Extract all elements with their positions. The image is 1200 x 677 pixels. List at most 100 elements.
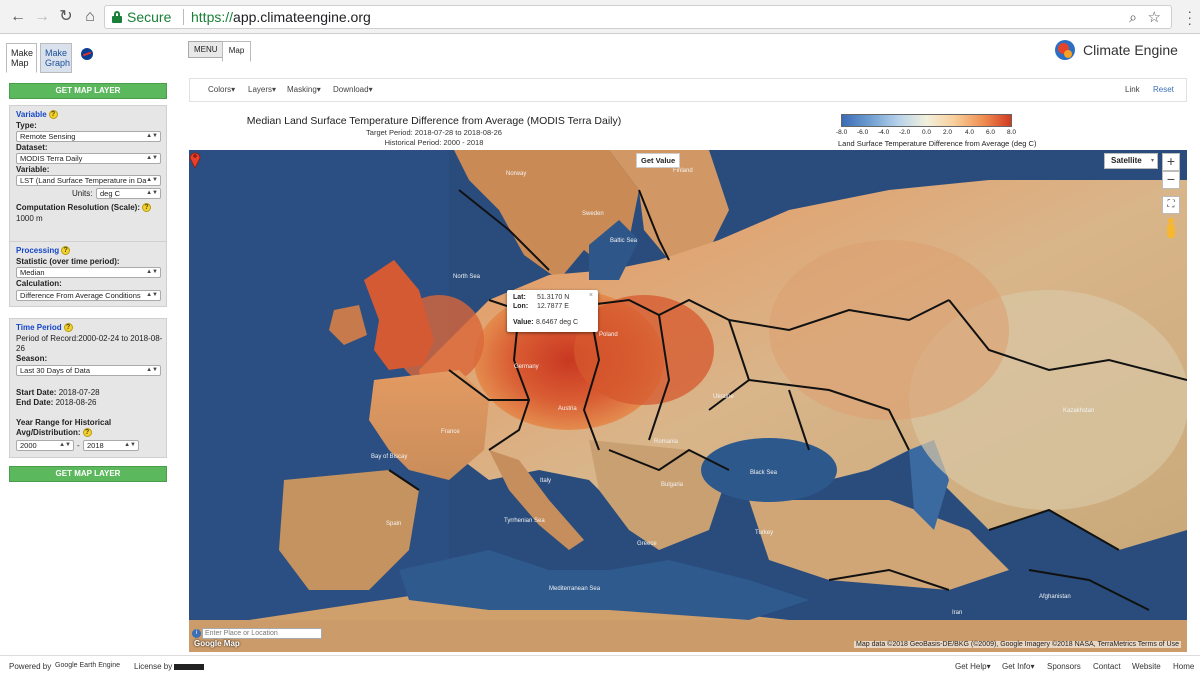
footer: Powered by Google Earth Engine License b… bbox=[0, 655, 1200, 677]
statistic-select[interactable]: Median ▲▼ bbox=[16, 267, 161, 278]
end-date-input[interactable]: 2018-08-26 bbox=[56, 398, 97, 407]
tab-map[interactable]: Map bbox=[222, 41, 251, 62]
units-select[interactable]: deg C ▲▼ bbox=[96, 188, 161, 199]
help-icon[interactable]: ? bbox=[142, 203, 151, 213]
download-dropdown[interactable]: Download▾ bbox=[333, 85, 373, 94]
menu-button[interactable]: MENU bbox=[188, 41, 224, 58]
map-label: Sweden bbox=[582, 211, 604, 217]
target-period: Target Period: 2018-07-28 to 2018-08-26 bbox=[366, 128, 502, 137]
map-label: Ukraine bbox=[713, 394, 734, 400]
reset-button[interactable]: Reset bbox=[1153, 85, 1174, 94]
map-attribution: Map data ©2018 GeoBasis-DE/BKG (©2009), … bbox=[854, 641, 1181, 648]
map-label: Spain bbox=[386, 521, 401, 527]
bookmark-star-icon[interactable]: ☆ bbox=[1148, 8, 1161, 26]
map-marker-icon[interactable] bbox=[189, 150, 201, 168]
reload-icon[interactable]: ↻ bbox=[56, 7, 76, 27]
processing-title: Processing bbox=[16, 246, 60, 255]
variable-title: Variable bbox=[16, 110, 47, 119]
map-label: Finland bbox=[673, 168, 693, 174]
legend-title: Land Surface Temperature Difference from… bbox=[838, 139, 1037, 148]
gee-label[interactable]: Google Earth Engine bbox=[55, 662, 120, 669]
back-arrow-icon[interactable]: ← bbox=[8, 7, 28, 27]
type-select[interactable]: Remote Sensing ▲▼ bbox=[16, 131, 161, 142]
footer-link-get-help[interactable]: Get Help▾ bbox=[955, 662, 991, 671]
colors-dropdown[interactable]: Colors▾ bbox=[208, 85, 235, 94]
help-icon[interactable]: ? bbox=[61, 246, 71, 256]
zoom-out-button[interactable]: − bbox=[1162, 171, 1180, 189]
year-range-dash: - bbox=[77, 441, 80, 450]
home-icon[interactable]: ⌂ bbox=[80, 7, 100, 27]
get-map-layer-button-bottom[interactable]: GET MAP LAYER bbox=[9, 466, 167, 482]
map-label: Baltic Sea bbox=[610, 238, 638, 244]
lat-value: 51.3170 N bbox=[537, 294, 570, 301]
map-type-dropdown[interactable]: Satellite ▾ bbox=[1104, 153, 1158, 169]
help-icon[interactable]: ? bbox=[63, 323, 73, 333]
link-button[interactable]: Link bbox=[1125, 85, 1140, 94]
help-icon[interactable]: ? bbox=[48, 110, 58, 120]
forward-arrow-icon[interactable]: → bbox=[32, 7, 52, 27]
address-bar[interactable]: Secure https://app.climateengine.org ⌕ ☆ bbox=[104, 5, 1172, 29]
period-of-record: Period of Record:2000-02-24 to 2018-08- bbox=[16, 334, 163, 343]
zoom-in-button[interactable]: + bbox=[1162, 153, 1180, 171]
masking-dropdown[interactable]: Masking▾ bbox=[287, 85, 321, 94]
period-of-record-cont: 26 bbox=[16, 344, 25, 353]
legend-tick: 2.0 bbox=[943, 129, 953, 136]
calculation-select[interactable]: Difference From Average Conditions ▲▼ bbox=[16, 290, 161, 301]
season-label: Season: bbox=[16, 354, 48, 363]
season-select[interactable]: Last 30 Days of Data ▲▼ bbox=[16, 365, 161, 376]
start-date-input[interactable]: 2018-07-28 bbox=[59, 388, 100, 397]
tab-make-map[interactable]: Make Map bbox=[6, 43, 37, 73]
zoom-icon[interactable]: ⌕ bbox=[1129, 9, 1137, 26]
variable-select[interactable]: LST (Land Surface Temperature in Da ▲▼ bbox=[16, 175, 161, 186]
year-range-label: Year Range for Historical bbox=[16, 418, 112, 427]
legend-tick: -2.0 bbox=[899, 129, 911, 136]
map-label: Tyrrhenian Sea bbox=[504, 518, 545, 524]
dataset-label: Dataset: bbox=[16, 143, 48, 152]
dataset-select[interactable]: MODIS Terra Daily ▲▼ bbox=[16, 153, 161, 164]
statistic-label: Statistic (over time period): bbox=[16, 257, 120, 266]
fullscreen-icon[interactable]: ⛶ bbox=[1162, 196, 1180, 214]
units-label: Units: bbox=[72, 189, 93, 198]
footer-link-website[interactable]: Website bbox=[1132, 662, 1161, 671]
nasa-logo-icon bbox=[81, 48, 93, 60]
powered-by-label: Powered by bbox=[9, 662, 52, 671]
lock-icon bbox=[112, 11, 122, 23]
map-label: Bay of Biscay bbox=[371, 454, 407, 460]
year-from-select[interactable]: 2000 ▲▼ bbox=[16, 440, 74, 451]
map-canvas[interactable]: Norway Finland Sweden North Sea Baltic S… bbox=[189, 150, 1187, 652]
help-icon[interactable]: ? bbox=[82, 428, 92, 438]
map-label: Bulgaria bbox=[661, 482, 684, 488]
year-to-select[interactable]: 2018 ▲▼ bbox=[83, 440, 139, 451]
info-icon[interactable]: i bbox=[192, 629, 201, 638]
url-text[interactable]: https://app.climateengine.org bbox=[191, 9, 371, 25]
secure-label: Secure bbox=[127, 9, 172, 25]
left-panel: Make Map Make Graph GET MAP LAYER Variab… bbox=[0, 35, 176, 655]
type-label: Type: bbox=[16, 121, 37, 130]
footer-link-contact[interactable]: Contact bbox=[1093, 662, 1121, 671]
close-icon[interactable]: × bbox=[589, 292, 593, 299]
get-value-button[interactable]: Get Value bbox=[636, 153, 681, 168]
map-label: Afghanistan bbox=[1039, 594, 1071, 600]
time-period-title: Time Period bbox=[16, 323, 62, 332]
legend-tick: 6.0 bbox=[986, 129, 996, 136]
browser-menu-icon[interactable]: · · · bbox=[1187, 4, 1192, 30]
tab-make-graph[interactable]: Make Graph bbox=[40, 43, 72, 73]
license-label: License by bbox=[134, 662, 173, 671]
end-date-label: End Date: bbox=[16, 398, 54, 407]
lon-label: Lon: bbox=[513, 303, 529, 310]
footer-link-sponsors[interactable]: Sponsors bbox=[1047, 662, 1081, 671]
pegman-icon[interactable] bbox=[1166, 218, 1176, 240]
resolution-label: Computation Resolution (Scale): bbox=[16, 203, 140, 212]
legend-tick: -6.0 bbox=[857, 129, 869, 136]
map-label: Poland bbox=[599, 332, 618, 338]
map-label: Romania bbox=[654, 439, 679, 445]
footer-link-get-info[interactable]: Get Info▾ bbox=[1002, 662, 1034, 671]
get-map-layer-button[interactable]: GET MAP LAYER bbox=[9, 83, 167, 99]
place-search-input[interactable]: Enter Place or Location bbox=[202, 628, 322, 639]
value-label: Value: bbox=[513, 319, 534, 326]
layers-dropdown[interactable]: Layers▾ bbox=[248, 85, 276, 94]
google-map-logo: Google Map bbox=[194, 639, 240, 648]
license-badge[interactable] bbox=[174, 663, 205, 670]
footer-link-home[interactable]: Home bbox=[1173, 662, 1194, 671]
map-label: Norway bbox=[506, 171, 526, 177]
